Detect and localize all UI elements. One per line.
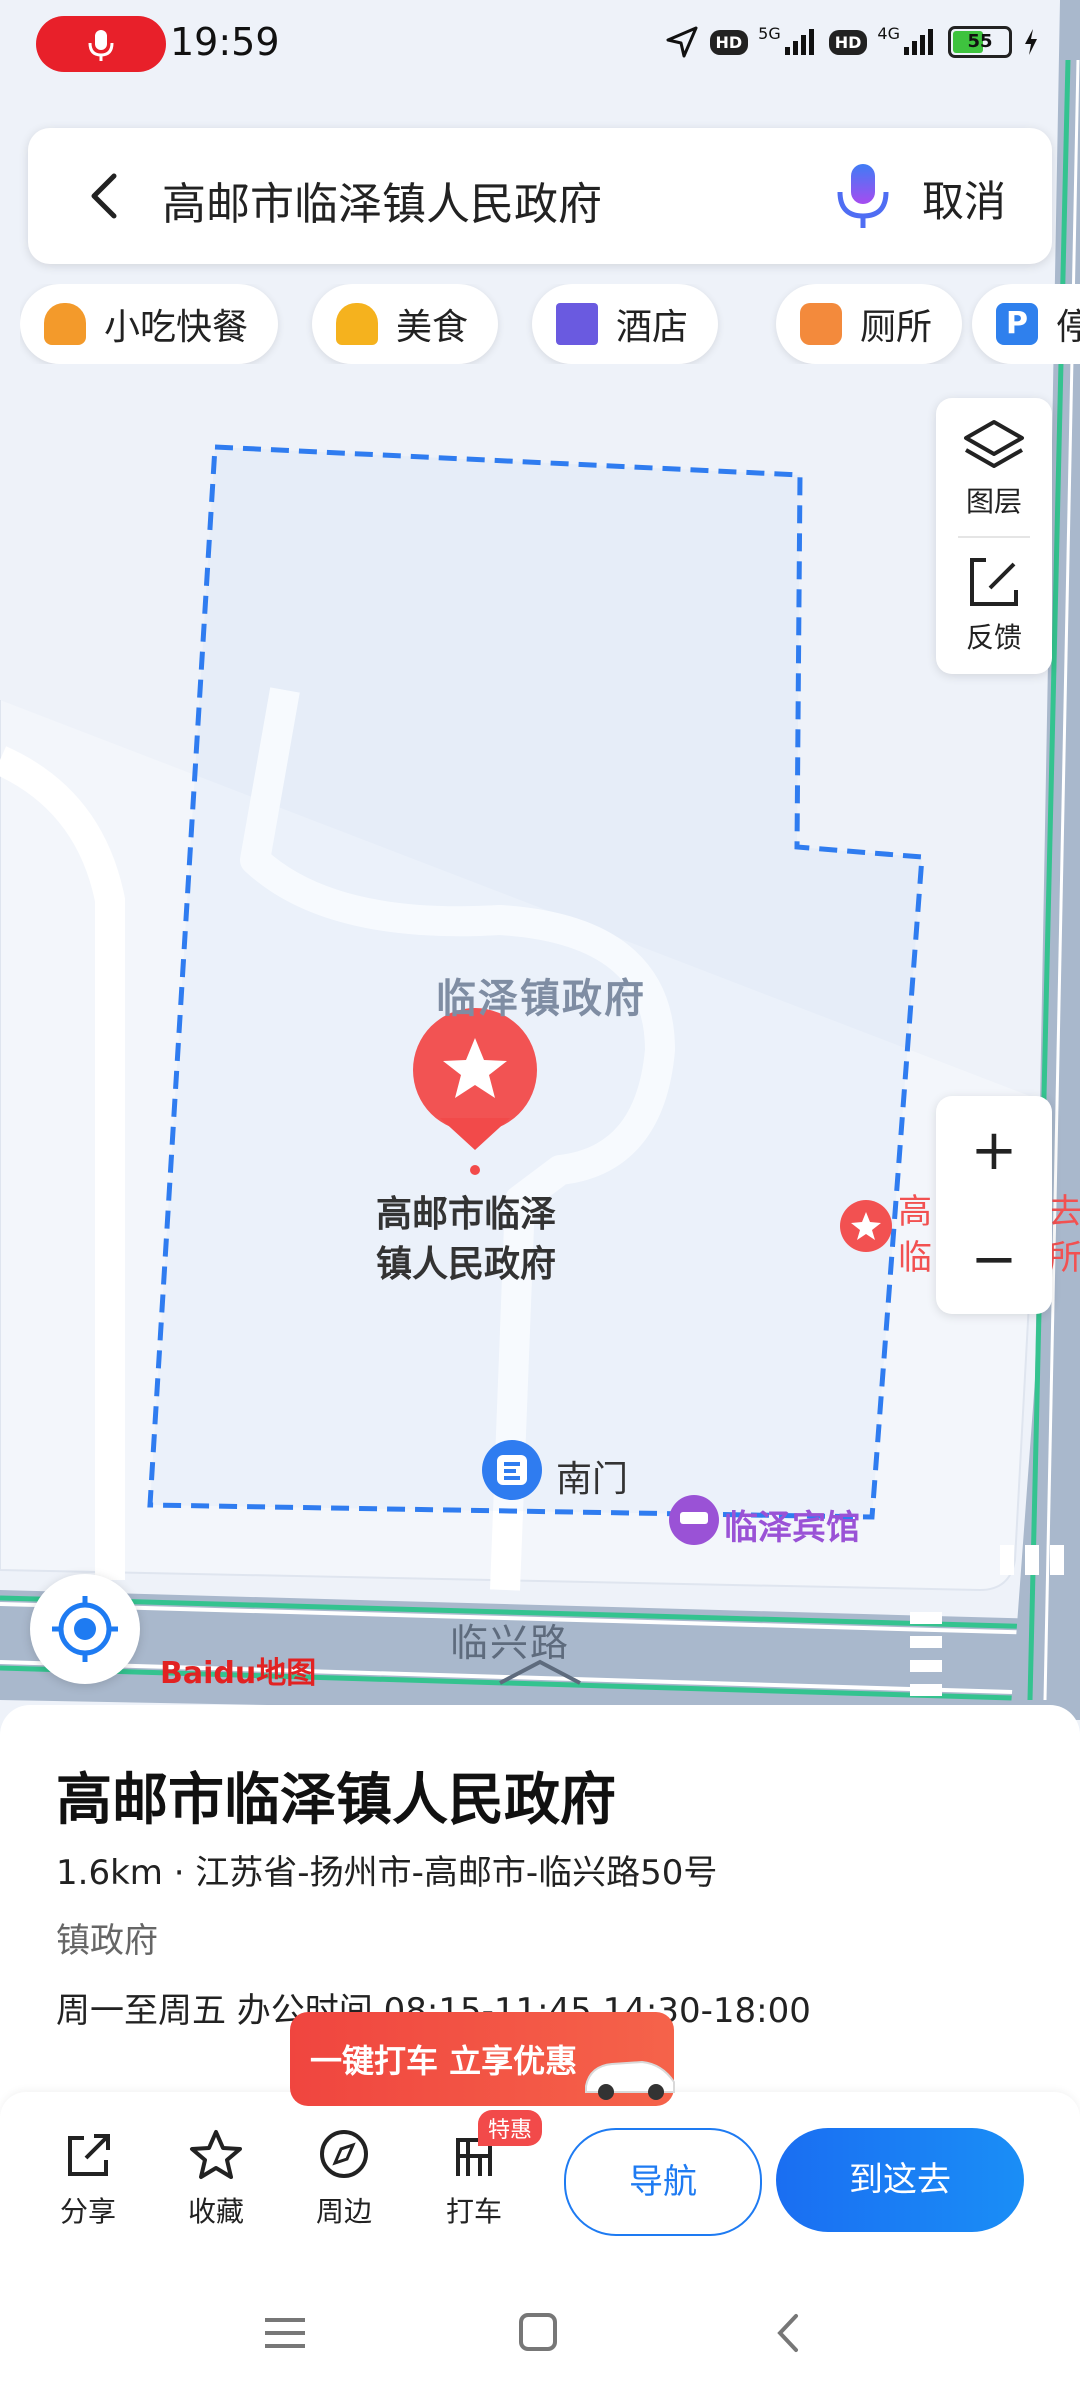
chip-label: 美食 [396, 307, 469, 348]
place-title: 高邮市临泽镇人民政府 [56, 1768, 616, 1833]
home-icon[interactable] [508, 2308, 568, 2358]
chip-label: 酒店 [616, 307, 689, 348]
compass-icon [320, 2130, 368, 2178]
zoom-panel: + − [936, 1096, 1052, 1314]
hd-badge-2: HD [828, 29, 868, 55]
discount-tag: 特惠 [478, 2110, 543, 2146]
poi-label-line1: 高邮市临泽 [376, 1194, 557, 1235]
microphone-icon [88, 30, 114, 61]
chip-parking[interactable]: P 停 [972, 284, 1080, 364]
area-label: 临泽镇政府 [436, 976, 646, 1022]
layers-button[interactable]: 图层 [936, 398, 1052, 536]
feedback-label: 反馈 [965, 621, 1022, 654]
action-bar: 分享 收藏 周边 打车 特惠 导航 到这去 [0, 2092, 1080, 2270]
nearby-button[interactable]: 周边 [294, 2126, 394, 2230]
category-chips: 小吃快餐 美食 酒店 厕所 P 停 [20, 284, 1080, 364]
taxi-label: 打车 [445, 2195, 502, 2228]
promo-text: 一键打车 立享优惠 [310, 2042, 578, 2080]
back-arrow-icon[interactable] [84, 170, 124, 222]
cancel-button[interactable]: 取消 [922, 168, 1006, 229]
partial-poi-label-1a: 高 [898, 1192, 932, 1232]
place-category: 镇政府 [56, 1921, 158, 1961]
partial-poi-label-2b: 所 [1048, 1238, 1080, 1278]
chip-label: 小吃快餐 [104, 307, 249, 348]
chip-snacks[interactable]: 小吃快餐 [20, 284, 279, 364]
zoom-in-button[interactable]: + [936, 1096, 1052, 1205]
search-query[interactable]: 高邮市临泽镇人民政府 [162, 168, 602, 232]
chip-label: 停 [1056, 307, 1080, 348]
recording-indicator[interactable] [36, 16, 166, 72]
share-button[interactable]: 分享 [38, 2126, 138, 2230]
edit-icon [970, 558, 1018, 606]
car-icon [585, 2060, 675, 2100]
chip-hotel[interactable]: 酒店 [532, 284, 719, 364]
signal-icon-1 [784, 29, 814, 55]
signal-icon-2 [904, 29, 933, 55]
poi-label-line2: 镇人民政府 [376, 1244, 557, 1285]
star-icon [190, 2130, 242, 2179]
menu-icon[interactable] [255, 2308, 315, 2358]
chip-food[interactable]: 美食 [312, 284, 499, 364]
hd-badge-1: HD [709, 29, 749, 55]
voice-search-icon[interactable] [828, 160, 898, 232]
system-nav-bar [0, 2270, 1080, 2400]
go-here-button[interactable]: 到这去 [776, 2128, 1024, 2232]
navigate-button[interactable]: 导航 [564, 2128, 762, 2236]
zoom-out-button[interactable]: − [936, 1205, 1052, 1314]
poi-label[interactable]: 高邮市临泽 镇人民政府 [376, 1190, 556, 1290]
battery-level: 55 [967, 31, 993, 52]
locate-button[interactable] [30, 1574, 140, 1684]
network-5g: 5G [758, 24, 781, 43]
battery-icon: 55 [948, 26, 1012, 58]
road-label: 临兴路 [450, 1621, 571, 1665]
favorite-button[interactable]: 收藏 [166, 2126, 266, 2230]
parking-icon: P [996, 303, 1038, 345]
nearby-label: 周边 [315, 2195, 372, 2228]
chip-toilet[interactable]: 厕所 [776, 284, 963, 364]
gate-label[interactable]: 南门 [556, 1450, 628, 1502]
partial-poi-label-1b: 去 [1048, 1192, 1080, 1232]
hotel-icon [556, 303, 598, 345]
feedback-button[interactable]: 反馈 [936, 538, 1052, 674]
taxi-promo-banner[interactable]: 一键打车 立享优惠 [290, 2012, 675, 2106]
charging-icon [1025, 29, 1037, 55]
chip-label: 厕所 [860, 307, 933, 348]
burger-icon [44, 303, 86, 345]
layers-label: 图层 [965, 485, 1022, 518]
partial-poi-label-2a: 临 [898, 1238, 932, 1278]
locate-icon [52, 1596, 118, 1662]
status-bar: 19:59 HD 5G HD 4G 55 [0, 0, 1080, 90]
favorite-label: 收藏 [187, 2195, 244, 2228]
back-icon[interactable] [760, 2308, 820, 2358]
map-tools-panel: 图层 反馈 [936, 398, 1052, 674]
food-icon [336, 303, 378, 345]
share-label: 分享 [59, 2195, 116, 2228]
location-arrow-icon [666, 26, 697, 58]
search-bar[interactable]: 高邮市临泽镇人民政府 取消 [28, 128, 1052, 264]
clock: 19:59 [170, 20, 280, 64]
baidu-map-logo: Baidu地图 [160, 1656, 317, 1691]
place-address: 1.6km · 江苏省-扬州市-高邮市-临兴路50号 [56, 1853, 718, 1893]
hotel-label[interactable]: 临泽宾馆 [724, 1500, 860, 1549]
network-4g: 4G [877, 24, 900, 43]
toilet-icon [800, 303, 842, 345]
share-icon [68, 2134, 110, 2176]
